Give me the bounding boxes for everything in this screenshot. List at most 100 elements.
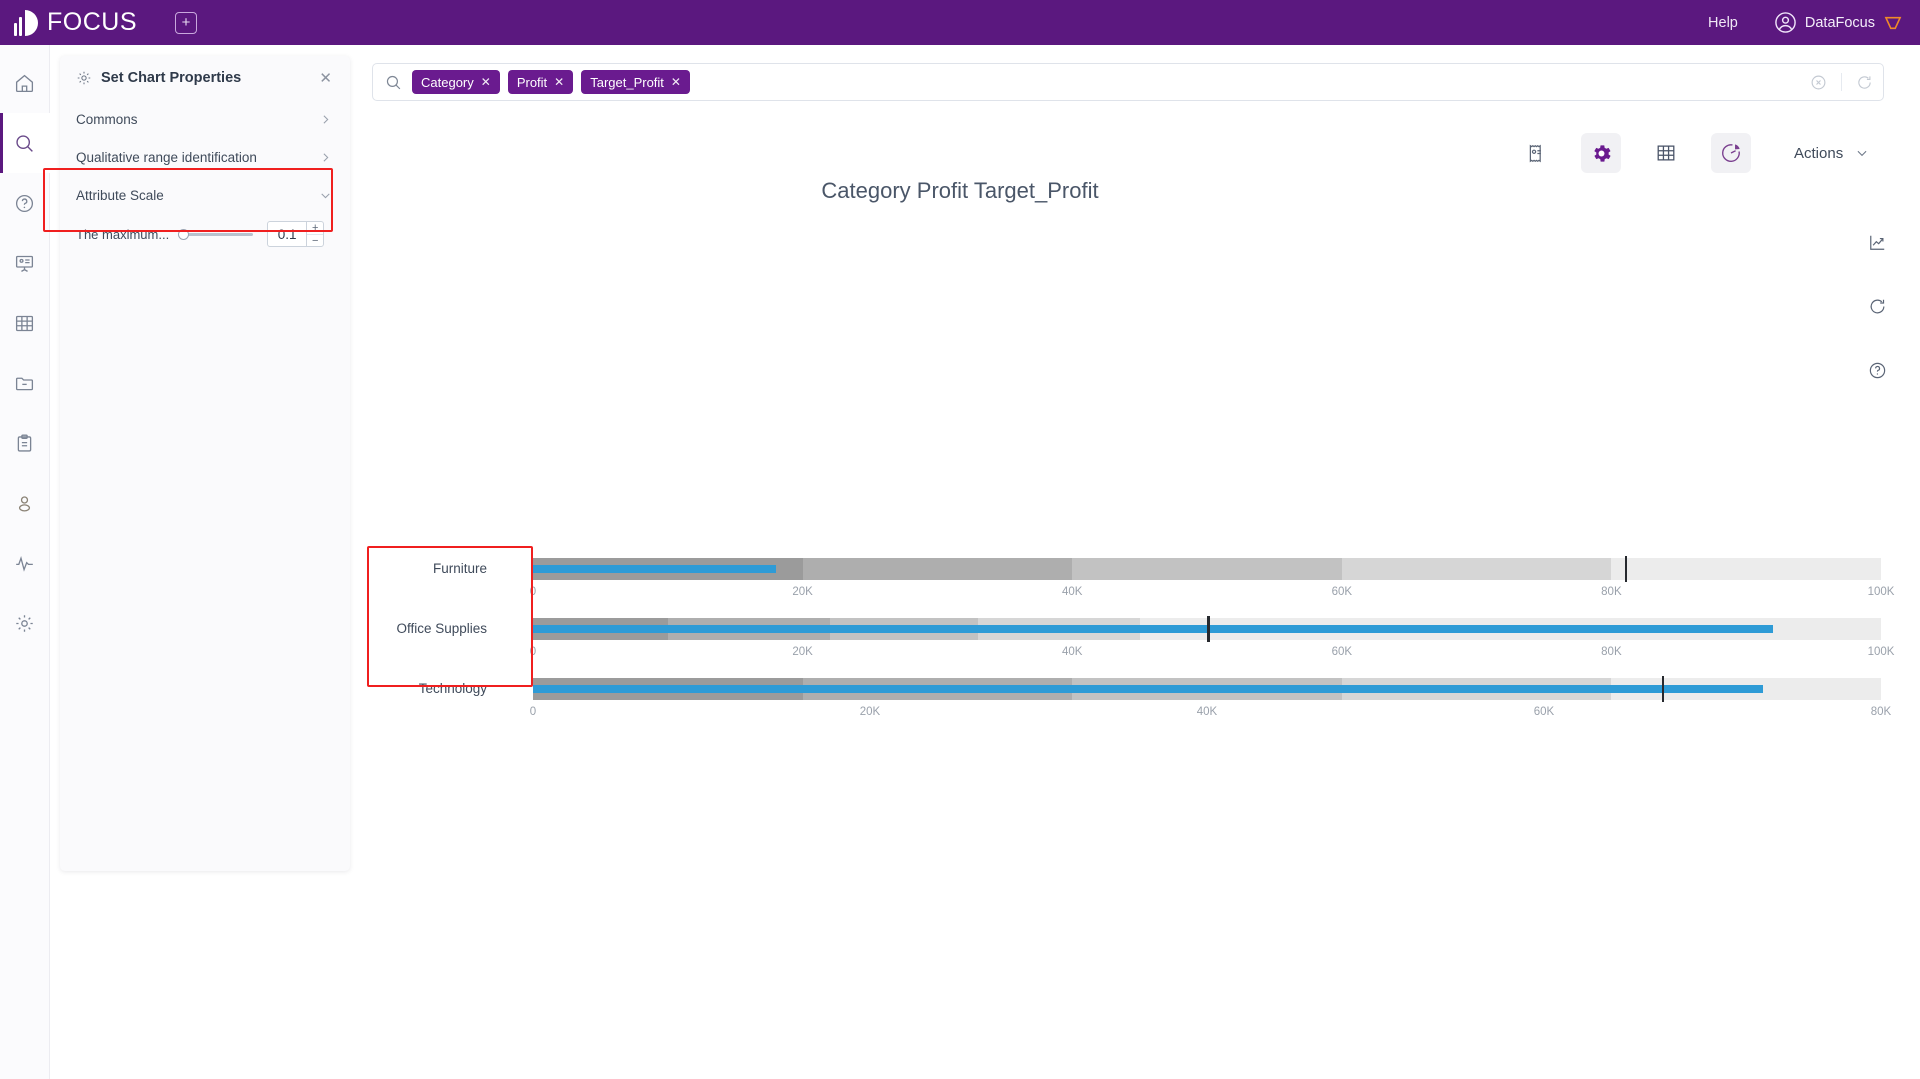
axis-tick-label: 80K (1870, 706, 1892, 718)
chevron-right-icon (323, 152, 329, 162)
actions-dropdown[interactable]: Actions (1794, 145, 1869, 162)
presentation-icon (15, 255, 34, 272)
top-bar: FOCUS + Help DataFocus (0, 0, 1920, 45)
close-icon[interactable]: ✕ (319, 71, 332, 86)
panel-section-label: Commons (76, 111, 138, 127)
axis-tick-label: 60K (1331, 586, 1353, 598)
band-segment (1072, 558, 1342, 580)
axis-tick-label: 40K (1061, 586, 1083, 598)
panel-header: Set Chart Properties ✕ (60, 56, 350, 100)
chevron-down-icon (1857, 150, 1867, 157)
x-axis: 0 20K 40K 60K 80K 100K (529, 646, 1895, 662)
chevron-right-icon (323, 114, 329, 124)
folder-minus-icon (15, 377, 34, 390)
data-table-icon[interactable] (1646, 133, 1686, 173)
axis-tick-label: 60K (1331, 646, 1353, 658)
category-label: Office Supplies (396, 621, 487, 636)
panel-section-label: Qualitative range identification (76, 149, 257, 165)
search-icon (16, 134, 33, 152)
chart-settings-gear-icon[interactable] (1581, 133, 1621, 173)
target-marker (1207, 616, 1210, 642)
sidebar-item-folder[interactable] (0, 353, 50, 413)
target-marker (1661, 676, 1665, 702)
diamond-icon (1884, 16, 1902, 29)
chart-title: Category Profit Target_Profit (821, 178, 1099, 203)
sidebar-item-profile[interactable] (0, 473, 50, 533)
chip-label: Category (421, 74, 474, 90)
sidebar-item-home[interactable] (0, 53, 50, 113)
help-circle-icon[interactable] (1868, 361, 1887, 385)
sidebar-item-clipboard[interactable] (0, 413, 50, 473)
axis-tick-label: 40K (1196, 706, 1218, 718)
add-tab-button[interactable]: + (175, 11, 197, 34)
refresh-icon[interactable] (1868, 297, 1887, 321)
top-bar-right: Help DataFocus (1708, 11, 1902, 34)
home-icon (15, 74, 34, 92)
chart-side-tools (1868, 233, 1887, 425)
slider-knob[interactable] (178, 228, 190, 240)
attribute-scale-label: The maximum... (76, 226, 170, 242)
circle-x-icon[interactable] (1810, 74, 1827, 91)
maximum-value[interactable]: 0.1 (268, 222, 306, 246)
plus-square-icon: + (181, 14, 191, 31)
refresh-icon[interactable] (1856, 74, 1873, 91)
chip-label: Target_Profit (590, 74, 664, 90)
panel-title: Set Chart Properties (101, 70, 242, 86)
chip-label: Profit (516, 74, 548, 90)
close-icon[interactable]: ✕ (481, 75, 491, 89)
axis-tick-label: 20K (792, 646, 813, 658)
axis-tick-label: 100K (1867, 586, 1895, 598)
chart-toolbar: Actions (1516, 133, 1869, 173)
search-bar-actions (1810, 73, 1873, 91)
sidebar-item-dashboard[interactable] (0, 233, 50, 293)
search-icon (386, 75, 401, 89)
search-chip-target-profit[interactable]: Target_Profit ✕ (581, 70, 690, 94)
x-axis: 0 20K 40K 60K 80K 100K (529, 586, 1895, 602)
sidebar-item-table[interactable] (0, 293, 50, 353)
panel-section-qualitative-range[interactable]: Qualitative range identification (60, 138, 350, 176)
panel-section-commons[interactable]: Commons (60, 100, 350, 138)
trend-chart-icon[interactable] (1868, 233, 1887, 257)
axis-tick-label: 0 (529, 706, 537, 718)
axis-tick-label: 0 (529, 646, 537, 658)
close-icon[interactable]: ✕ (671, 75, 681, 89)
actions-label: Actions (1794, 144, 1844, 162)
sidebar-item-search[interactable] (0, 113, 50, 173)
app-logo[interactable]: FOCUS (14, 8, 137, 37)
axis-tick-label: 80K (1601, 586, 1622, 598)
bullet-chart: Furniture 0 20K 40K 60K 80K 100K Office Supplie… (0, 540, 1920, 740)
x-axis: 0 20K 40K 60K 80K (529, 706, 1891, 722)
attribute-scale-control: The maximum... 0.1 + − (60, 214, 350, 254)
user-icon (18, 495, 31, 512)
focus-logo-icon (14, 9, 38, 36)
axis-tick-label: 40K (1061, 646, 1083, 658)
measure-bar[interactable] (533, 625, 1774, 633)
band-segment (1611, 558, 1881, 580)
category-label: Furniture (432, 561, 487, 576)
gear-icon (77, 71, 91, 85)
chart-type-pie-icon[interactable] (1711, 133, 1751, 173)
stepper-decrement-button[interactable]: − (307, 235, 323, 247)
help-link[interactable]: Help (1708, 15, 1738, 31)
search-chip-profit[interactable]: Profit ✕ (507, 70, 574, 94)
maximum-value-stepper[interactable]: 0.1 + − (267, 221, 325, 247)
close-icon[interactable]: ✕ (554, 75, 564, 89)
stepper-increment-button[interactable]: + (307, 222, 324, 235)
target-marker (1624, 556, 1628, 582)
clipboard-icon (17, 434, 32, 452)
band-segment (1341, 558, 1612, 580)
axis-tick-label: 80K (1601, 646, 1622, 658)
axis-tick-label: 20K (792, 586, 813, 598)
search-chip-category[interactable]: Category ✕ (412, 70, 500, 94)
axis-tick-label: 20K (859, 706, 881, 718)
measure-bar[interactable] (533, 685, 1764, 693)
maximum-slider[interactable] (178, 228, 254, 240)
search-bar[interactable]: Category ✕ Profit ✕ Target_Profit ✕ (372, 63, 1884, 101)
axis-tick-label: 0 (529, 586, 537, 598)
measure-bar[interactable] (533, 565, 776, 573)
answer-icon[interactable] (1516, 133, 1556, 173)
axis-tick-label: 100K (1867, 646, 1895, 658)
app-logo-text: FOCUS (47, 8, 137, 36)
grid-icon (15, 315, 34, 331)
user-menu[interactable]: DataFocus (1774, 11, 1902, 34)
